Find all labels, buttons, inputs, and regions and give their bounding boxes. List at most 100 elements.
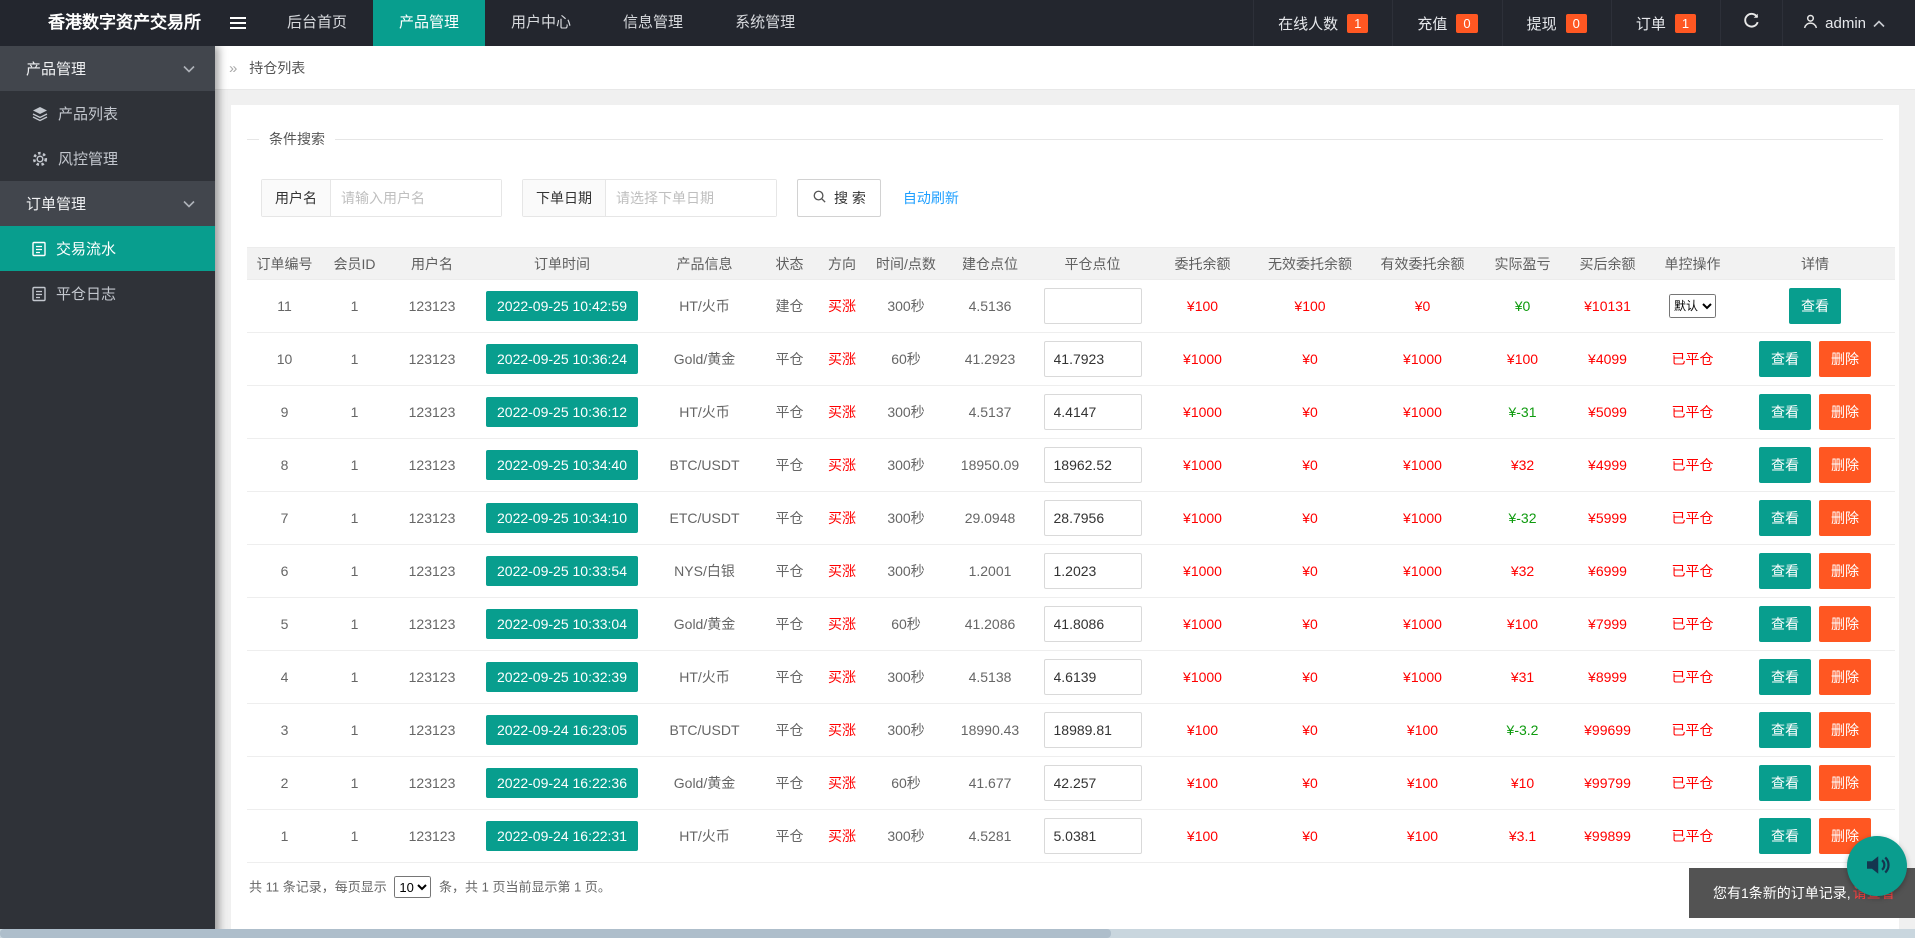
cell-detail: 查看删除 [1735,598,1895,651]
delete-button[interactable]: 删除 [1819,606,1871,642]
order-time-badge: 2022-09-25 10:42:59 [486,291,638,321]
view-button[interactable]: 查看 [1759,606,1811,642]
order-date-input[interactable] [606,180,776,216]
stat-count-badge: 1 [1675,14,1696,33]
delete-button[interactable]: 删除 [1819,659,1871,695]
sidebar-item[interactable]: 产品列表 [0,91,215,136]
view-button[interactable]: 查看 [1789,288,1841,324]
cell-balance-after: ¥7999 [1565,598,1650,651]
close-point-input[interactable] [1044,288,1142,324]
cell-detail: 查看 [1735,280,1895,333]
cell-detail: 查看删除 [1735,704,1895,757]
cell-username: 123123 [387,704,477,757]
sidebar-section-label: 产品管理 [26,58,86,79]
close-point-input[interactable] [1044,394,1142,430]
stat-item[interactable]: 提现0 [1502,0,1611,46]
close-point-input[interactable] [1044,712,1142,748]
close-point-input[interactable] [1044,553,1142,589]
view-button[interactable]: 查看 [1759,447,1811,483]
close-point-input[interactable] [1044,447,1142,483]
close-point-input[interactable] [1044,606,1142,642]
delete-button[interactable]: 删除 [1819,394,1871,430]
sidebar-section-header[interactable]: 产品管理 [0,46,215,91]
cell-order-time: 2022-09-25 10:33:54 [477,545,647,598]
view-button[interactable]: 查看 [1759,765,1811,801]
cell-detail: 查看删除 [1735,386,1895,439]
stat-item[interactable]: 订单1 [1611,0,1720,46]
delete-button[interactable]: 删除 [1819,712,1871,748]
auto-refresh-link[interactable]: 自动刷新 [903,188,959,208]
delete-button[interactable]: 删除 [1819,341,1871,377]
cell-order-time: 2022-09-25 10:36:12 [477,386,647,439]
view-button[interactable]: 查看 [1759,818,1811,854]
cell-time-points: 300秒 [867,386,945,439]
stat-item[interactable]: 在线人数1 [1253,0,1392,46]
column-header: 详情 [1735,248,1895,280]
horizontal-scrollbar[interactable] [0,929,1915,938]
cell-product: HT/火币 [647,386,762,439]
delete-button[interactable]: 删除 [1819,500,1871,536]
cell-order-id: 1 [247,810,322,863]
stat-count-badge: 0 [1566,14,1587,33]
username-input[interactable] [331,180,501,216]
sidebar-item[interactable]: 平仓日志 [0,271,215,316]
page-size-select[interactable]: 10 [394,876,431,898]
search-button-label: 搜 索 [834,188,866,208]
sound-notification-button[interactable] [1847,836,1907,896]
control-select[interactable]: 默认 [1669,294,1716,318]
cell-detail: 查看删除 [1735,757,1895,810]
sidebar-item[interactable]: 交易流水 [0,226,215,271]
cell-open-point: 4.5136 [945,280,1035,333]
refresh-button[interactable] [1720,0,1782,46]
view-button[interactable]: 查看 [1759,712,1811,748]
search-button[interactable]: 搜 索 [797,179,881,217]
close-point-input[interactable] [1044,659,1142,695]
nav-item[interactable]: 信息管理 [597,0,709,46]
sidebar-item-label: 交易流水 [56,238,116,259]
admin-screen: 香港数字资产交易所 后台首页产品管理用户中心信息管理系统管理 在线人数1充值0提… [0,0,1915,938]
cell-profit: ¥-32 [1480,492,1565,545]
user-menu[interactable]: admin [1782,0,1915,46]
view-button[interactable]: 查看 [1759,394,1811,430]
nav-item[interactable]: 用户中心 [485,0,597,46]
cell-time-points: 300秒 [867,651,945,704]
cell-status: 平仓 [762,651,817,704]
cell-control: 已平仓 [1650,651,1735,704]
column-header: 方向 [817,248,867,280]
close-point-input[interactable] [1044,818,1142,854]
cell-username: 123123 [387,545,477,598]
scrollbar-thumb[interactable] [0,929,1111,938]
cell-balance-after: ¥4999 [1565,439,1650,492]
cell-product: Gold/黄金 [647,598,762,651]
closed-status-text: 已平仓 [1672,616,1714,632]
close-point-input[interactable] [1044,341,1142,377]
view-button[interactable]: 查看 [1759,341,1811,377]
close-point-input[interactable] [1044,765,1142,801]
sidebar-item[interactable]: 风控管理 [0,136,215,181]
stat-count-badge: 0 [1456,14,1477,33]
cell-time-points: 300秒 [867,280,945,333]
cell-open-point: 4.5137 [945,386,1035,439]
sidebar-section-header[interactable]: 订单管理 [0,181,215,226]
nav-item[interactable]: 系统管理 [709,0,821,46]
cell-direction: 买涨 [817,704,867,757]
menu-toggle-icon[interactable] [215,0,261,46]
view-button[interactable]: 查看 [1759,553,1811,589]
cell-order-id: 9 [247,386,322,439]
delete-button[interactable]: 删除 [1819,447,1871,483]
delete-button[interactable]: 删除 [1819,553,1871,589]
nav-item[interactable]: 后台首页 [261,0,373,46]
view-button[interactable]: 查看 [1759,500,1811,536]
view-button[interactable]: 查看 [1759,659,1811,695]
cell-profit: ¥31 [1480,651,1565,704]
column-header: 实际盈亏 [1480,248,1565,280]
nav-item[interactable]: 产品管理 [373,0,485,46]
cell-entrust-balance: ¥1000 [1150,439,1255,492]
column-header: 平仓点位 [1035,248,1150,280]
delete-button[interactable]: 删除 [1819,765,1871,801]
order-time-badge: 2022-09-24 16:23:05 [486,715,638,745]
cell-order-time: 2022-09-25 10:34:10 [477,492,647,545]
close-point-input[interactable] [1044,500,1142,536]
stat-item[interactable]: 充值0 [1392,0,1501,46]
layers-icon [32,106,48,122]
